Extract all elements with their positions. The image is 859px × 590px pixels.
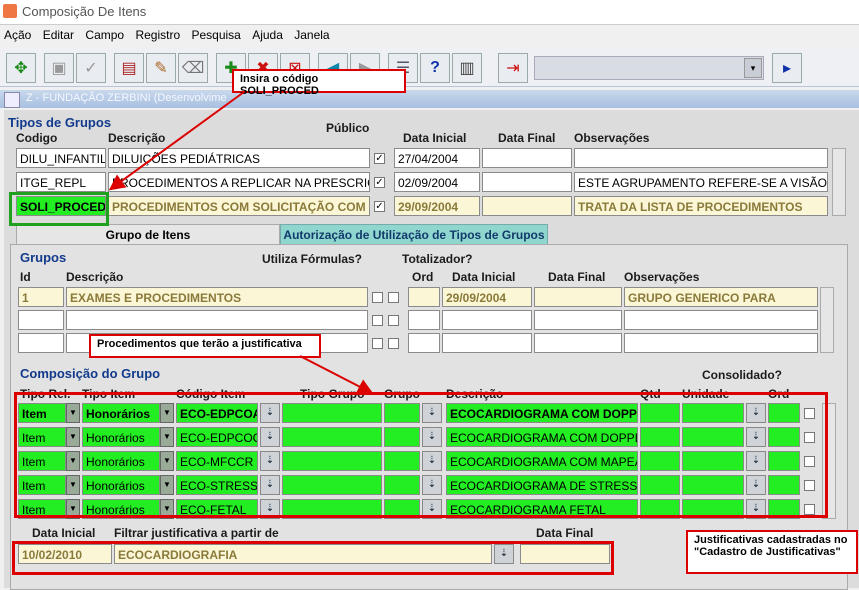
arrow-to-composicao: [299, 355, 374, 394]
arrow-to-codigo: [108, 91, 245, 191]
annotation-arrows: [108, 91, 374, 394]
